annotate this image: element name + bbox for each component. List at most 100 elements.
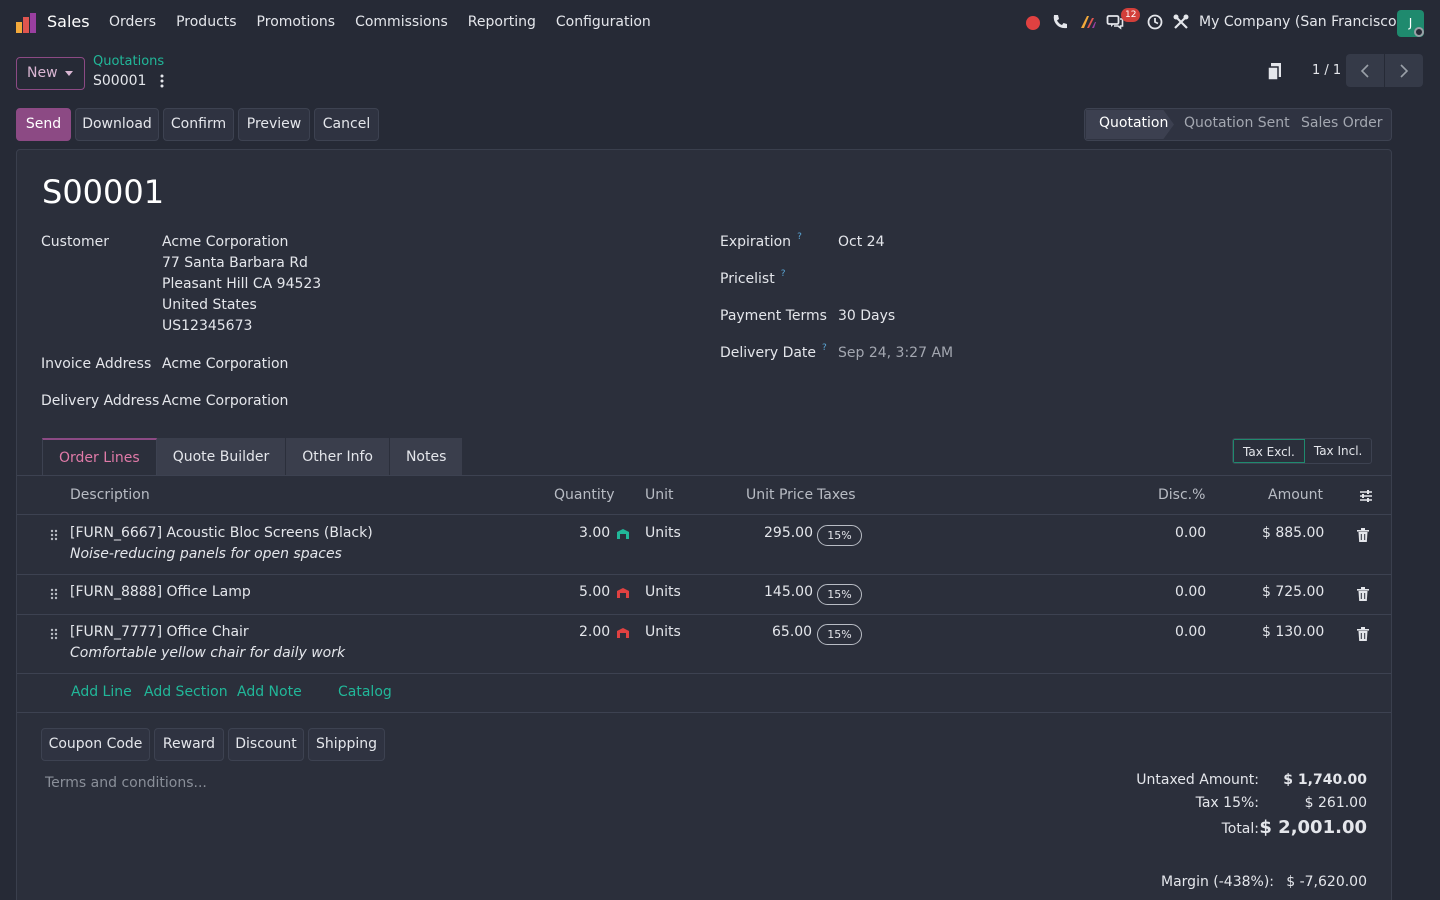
help-icon[interactable]: ? xyxy=(797,232,802,242)
terms-input[interactable]: Terms and conditions... xyxy=(45,775,207,791)
delivery-address-field[interactable]: Acme Corporation xyxy=(162,391,288,412)
trash-icon[interactable] xyxy=(1357,587,1369,601)
drag-handle-icon[interactable] xyxy=(50,628,58,640)
preview-button[interactable]: Preview xyxy=(238,108,310,141)
line-discount[interactable]: 0.00 xyxy=(1175,525,1206,541)
tab-quote-builder[interactable]: Quote Builder xyxy=(156,438,287,476)
table-row[interactable]: [FURN_7777] Office Chair Comfortable yel… xyxy=(17,615,1391,674)
line-unit[interactable]: Units xyxy=(645,525,681,541)
line-tax-tag[interactable]: 15% xyxy=(817,584,862,605)
line-discount[interactable]: 0.00 xyxy=(1175,584,1206,600)
customer-field[interactable]: Acme Corporation 77 Santa Barbara Rd Ple… xyxy=(162,232,321,337)
tax-excluded-button[interactable]: Tax Excl. xyxy=(1233,439,1305,463)
company-switcher[interactable]: My Company (San Francisco) xyxy=(1199,14,1402,30)
trash-icon[interactable] xyxy=(1357,627,1369,641)
col-description[interactable]: Description xyxy=(70,487,150,503)
col-taxes[interactable]: Taxes xyxy=(817,487,856,503)
sales-app-icon[interactable] xyxy=(15,12,37,34)
app-name[interactable]: Sales xyxy=(47,12,90,31)
reward-button[interactable]: Reward xyxy=(154,728,224,761)
new-button[interactable]: New xyxy=(16,57,85,90)
tax-included-button[interactable]: Tax Incl. xyxy=(1305,439,1372,463)
cancel-button[interactable]: Cancel xyxy=(314,108,379,141)
forecast-late-icon[interactable] xyxy=(616,587,630,599)
form-sheet: S00001 Customer Acme Corporation 77 Sant… xyxy=(16,149,1392,900)
col-unit-price[interactable]: Unit Price xyxy=(746,487,813,503)
help-icon[interactable]: ? xyxy=(781,269,786,279)
forecast-ok-icon[interactable] xyxy=(616,528,630,540)
tools-icon[interactable] xyxy=(1172,13,1190,31)
line-quantity[interactable]: 2.00 xyxy=(579,624,610,640)
catalog-link[interactable]: Catalog xyxy=(338,684,392,700)
forecast-late-icon[interactable] xyxy=(616,627,630,639)
delivery-date-field[interactable]: Sep 24, 3:27 AM xyxy=(838,343,953,364)
download-button[interactable]: Download xyxy=(75,108,159,141)
col-discount[interactable]: Disc.% xyxy=(1158,487,1205,503)
margin-value: $ -7,620.00 xyxy=(1286,874,1367,890)
order-lines-header: Description Quantity Unit Unit Price Tax… xyxy=(17,477,1391,515)
line-tax-tag[interactable]: 15% xyxy=(817,525,862,546)
add-section-link[interactable]: Add Section xyxy=(144,684,228,700)
menu-commissions[interactable]: Commissions xyxy=(355,14,448,30)
shipping-button[interactable]: Shipping xyxy=(308,728,385,761)
tab-notes[interactable]: Notes xyxy=(389,438,464,476)
col-amount[interactable]: Amount xyxy=(1268,487,1323,503)
menu-promotions[interactable]: Promotions xyxy=(257,14,336,30)
line-discount[interactable]: 0.00 xyxy=(1175,624,1206,640)
menu-orders[interactable]: Orders xyxy=(109,14,156,30)
line-tax-tag[interactable]: 15% xyxy=(817,624,862,645)
optional-columns-icon[interactable] xyxy=(1359,489,1373,503)
untaxed-amount-label: Untaxed Amount: xyxy=(1136,772,1259,788)
drag-handle-icon[interactable] xyxy=(50,588,58,600)
line-quantity[interactable]: 5.00 xyxy=(579,584,610,600)
coupon-code-button[interactable]: Coupon Code xyxy=(41,728,150,761)
add-line-link[interactable]: Add Line xyxy=(71,684,132,700)
status-quotation-sent[interactable]: Quotation Sent xyxy=(1184,115,1290,131)
table-row[interactable]: [FURN_6667] Acoustic Bloc Screens (Black… xyxy=(17,516,1391,575)
line-unit-price[interactable]: 65.00 xyxy=(772,624,812,640)
line-product[interactable]: [FURN_7777] Office Chair xyxy=(70,624,249,640)
line-amount: $ 130.00 xyxy=(1262,624,1325,640)
invoice-address-field[interactable]: Acme Corporation xyxy=(162,354,288,375)
expiration-label-text: Expiration xyxy=(720,234,792,250)
line-product[interactable]: [FURN_6667] Acoustic Bloc Screens (Black… xyxy=(70,525,373,541)
odoo-ai-icon[interactable] xyxy=(1079,13,1097,31)
phone-icon[interactable] xyxy=(1051,13,1069,31)
expiration-field[interactable]: Oct 24 xyxy=(838,232,884,253)
pager-previous-button[interactable] xyxy=(1346,54,1384,87)
menu-products[interactable]: Products xyxy=(176,14,236,30)
line-unit[interactable]: Units xyxy=(645,584,681,600)
status-sales-order[interactable]: Sales Order xyxy=(1301,115,1383,131)
breadcrumb-parent[interactable]: Quotations xyxy=(93,54,164,69)
menu-configuration[interactable]: Configuration xyxy=(556,14,651,30)
send-button[interactable]: Send xyxy=(16,108,71,141)
confirm-button[interactable]: Confirm xyxy=(163,108,234,141)
discount-button[interactable]: Discount xyxy=(228,728,304,761)
pricelist-label: Pricelist? xyxy=(720,269,786,287)
col-quantity[interactable]: Quantity xyxy=(554,487,615,503)
print-icon[interactable] xyxy=(1265,60,1285,82)
line-unit-price[interactable]: 145.00 xyxy=(764,584,813,600)
section-divider xyxy=(17,712,1391,713)
payment-terms-field[interactable]: 30 Days xyxy=(838,306,895,327)
trash-icon[interactable] xyxy=(1357,528,1369,542)
add-note-link[interactable]: Add Note xyxy=(237,684,302,700)
col-unit[interactable]: Unit xyxy=(645,487,674,503)
pager-next-button[interactable] xyxy=(1385,54,1423,87)
line-unit[interactable]: Units xyxy=(645,624,681,640)
tab-other-info[interactable]: Other Info xyxy=(286,438,390,476)
table-row[interactable]: [FURN_8888] Office Lamp 5.00 Units 145.0… xyxy=(17,575,1391,615)
kebab-menu-icon[interactable] xyxy=(156,73,168,89)
help-icon[interactable]: ? xyxy=(822,343,827,353)
drag-handle-icon[interactable] xyxy=(50,529,58,541)
clock-icon[interactable] xyxy=(1146,13,1164,31)
line-quantity[interactable]: 3.00 xyxy=(579,525,610,541)
line-product[interactable]: [FURN_8888] Office Lamp xyxy=(70,584,251,600)
line-unit-price[interactable]: 295.00 xyxy=(764,525,813,541)
pager-value[interactable]: 1 / 1 xyxy=(1312,63,1341,78)
record-icon[interactable] xyxy=(1026,16,1040,30)
tab-order-lines[interactable]: Order Lines xyxy=(42,438,157,476)
menu-reporting[interactable]: Reporting xyxy=(468,14,536,30)
customer-vat: US12345673 xyxy=(162,318,253,334)
status-quotation[interactable]: Quotation xyxy=(1099,115,1168,131)
